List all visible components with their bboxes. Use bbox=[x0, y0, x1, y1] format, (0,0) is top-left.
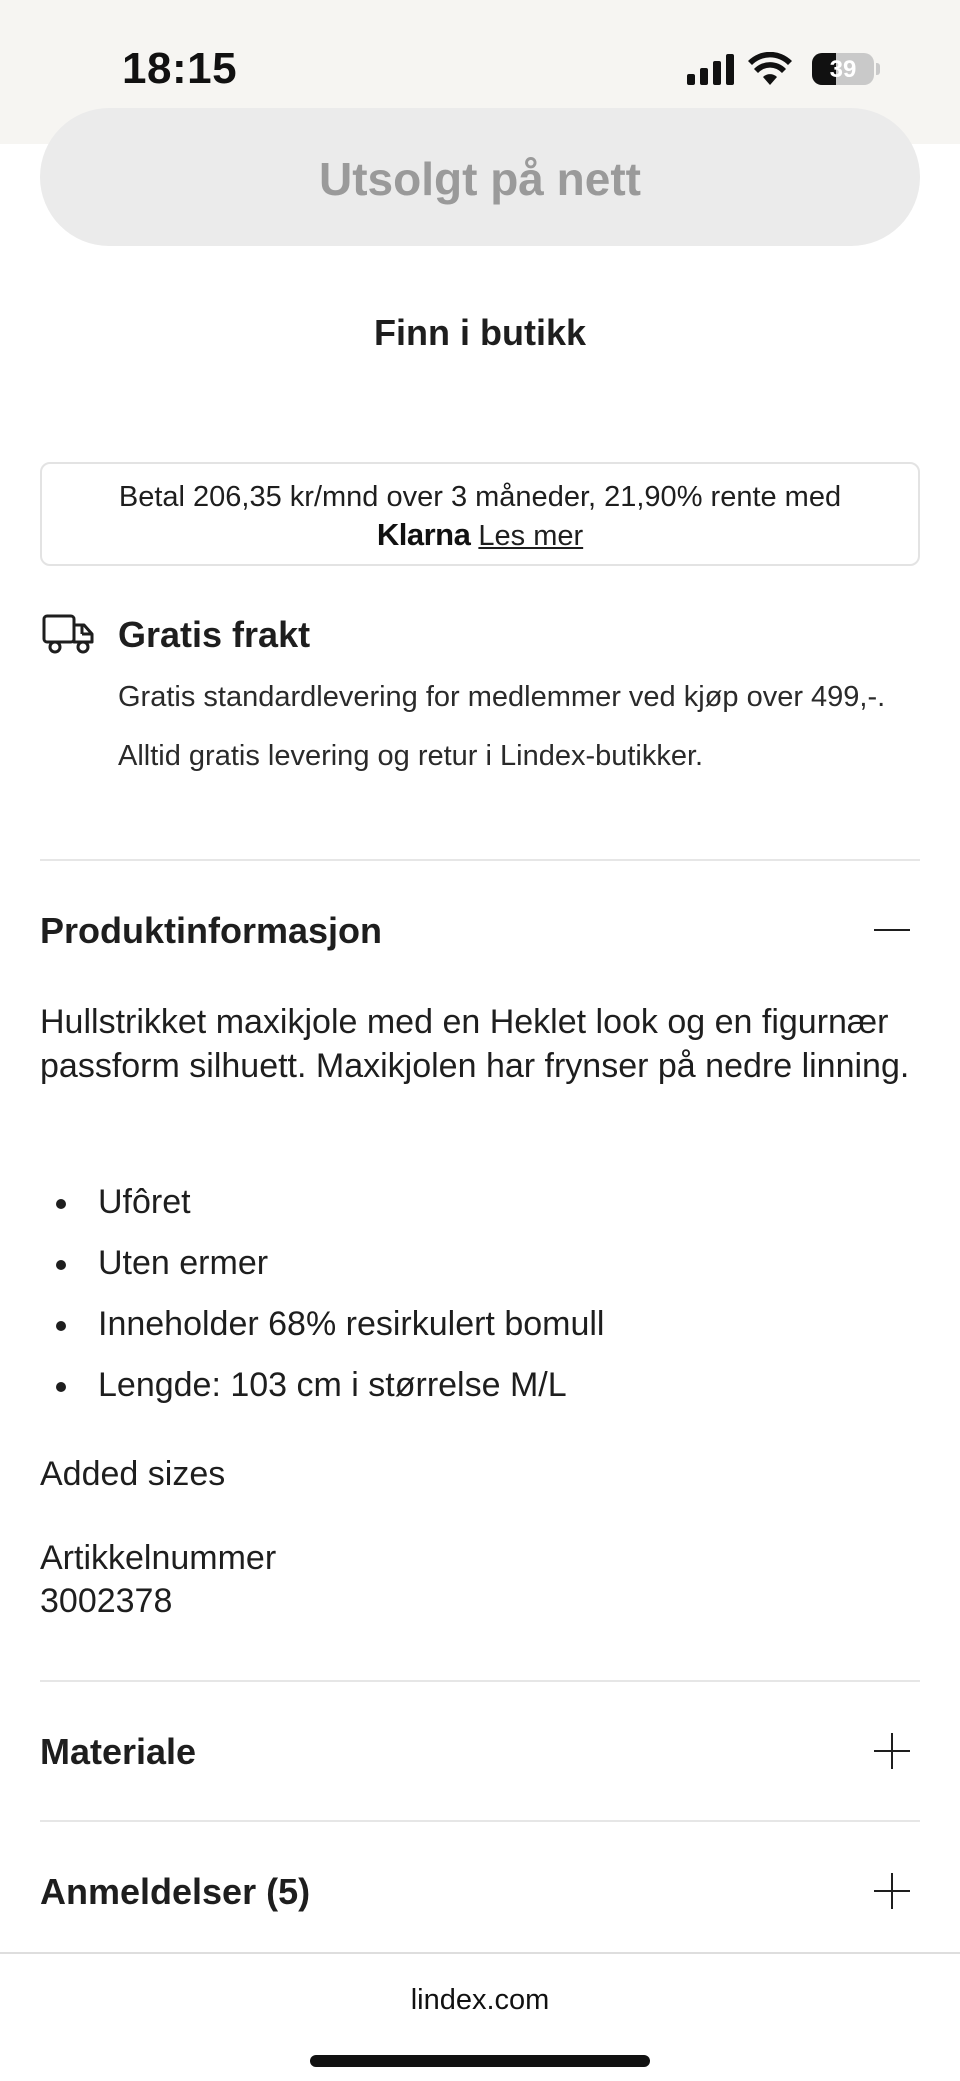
wifi-icon bbox=[748, 52, 792, 85]
feature-item: Ufôret bbox=[40, 1172, 920, 1233]
find-in-store-link[interactable]: Finn i butikk bbox=[0, 312, 960, 354]
delivery-title: Gratis frakt bbox=[118, 614, 311, 655]
status-time: 18:15 bbox=[122, 44, 238, 93]
material-title[interactable]: Materiale bbox=[40, 1731, 196, 1773]
delivery-description: Gratis standardlevering for medlemmer ve… bbox=[118, 681, 886, 772]
product-description: Hullstrikket maxikjole med en Heklet loo… bbox=[40, 1003, 910, 1085]
klarna-read-more-link[interactable]: Les mer bbox=[478, 520, 583, 552]
expand-plus-icon[interactable] bbox=[874, 1733, 910, 1769]
battery-level: 39 bbox=[829, 56, 857, 83]
product-info-title[interactable]: Produktinformasjon bbox=[40, 910, 382, 952]
klarna-banner: Betal 206,35 kr/mnd over 3 måneder, 21,9… bbox=[40, 462, 920, 566]
article-number-label: Artikkelnummer bbox=[40, 1539, 277, 1577]
divider bbox=[40, 859, 920, 861]
browser-address-bar[interactable]: lindex.com bbox=[0, 1952, 960, 2081]
divider bbox=[40, 1680, 920, 1682]
added-sizes-text: Added sizes bbox=[40, 1455, 226, 1493]
feature-item: Uten ermer bbox=[40, 1233, 920, 1294]
signal-icon bbox=[687, 53, 734, 85]
battery-nub bbox=[876, 63, 880, 75]
status-icons: 39 bbox=[687, 52, 880, 86]
soldout-button[interactable]: Utsolgt på nett bbox=[40, 108, 920, 246]
collapse-minus-icon[interactable] bbox=[874, 912, 910, 948]
divider bbox=[40, 1820, 920, 1822]
home-indicator[interactable] bbox=[310, 2055, 650, 2067]
feature-item: Inneholder 68% resirkulert bomull bbox=[40, 1294, 920, 1355]
klarna-text: Betal 206,35 kr/mnd over 3 måneder, 21,9… bbox=[118, 481, 842, 513]
feature-item: Lengde: 103 cm i størrelse M/L bbox=[40, 1355, 920, 1416]
soldout-label: Utsolgt på nett bbox=[319, 153, 641, 205]
reviews-title[interactable]: Anmeldelser (5) bbox=[40, 1871, 310, 1913]
url-text[interactable]: lindex.com bbox=[0, 1984, 960, 2017]
truck-icon bbox=[42, 614, 94, 654]
expand-plus-icon[interactable] bbox=[874, 1873, 910, 1909]
battery-icon: 39 bbox=[812, 53, 874, 85]
klarna-logo: Klarna bbox=[376, 517, 471, 552]
product-features-list: Ufôret Uten ermer Inneholder 68% resirku… bbox=[40, 1172, 920, 1416]
product-page: 18:15 39 Utsolgt på nett Finn i butikk B… bbox=[0, 0, 960, 2081]
article-number-value: 3002378 bbox=[40, 1582, 173, 1620]
